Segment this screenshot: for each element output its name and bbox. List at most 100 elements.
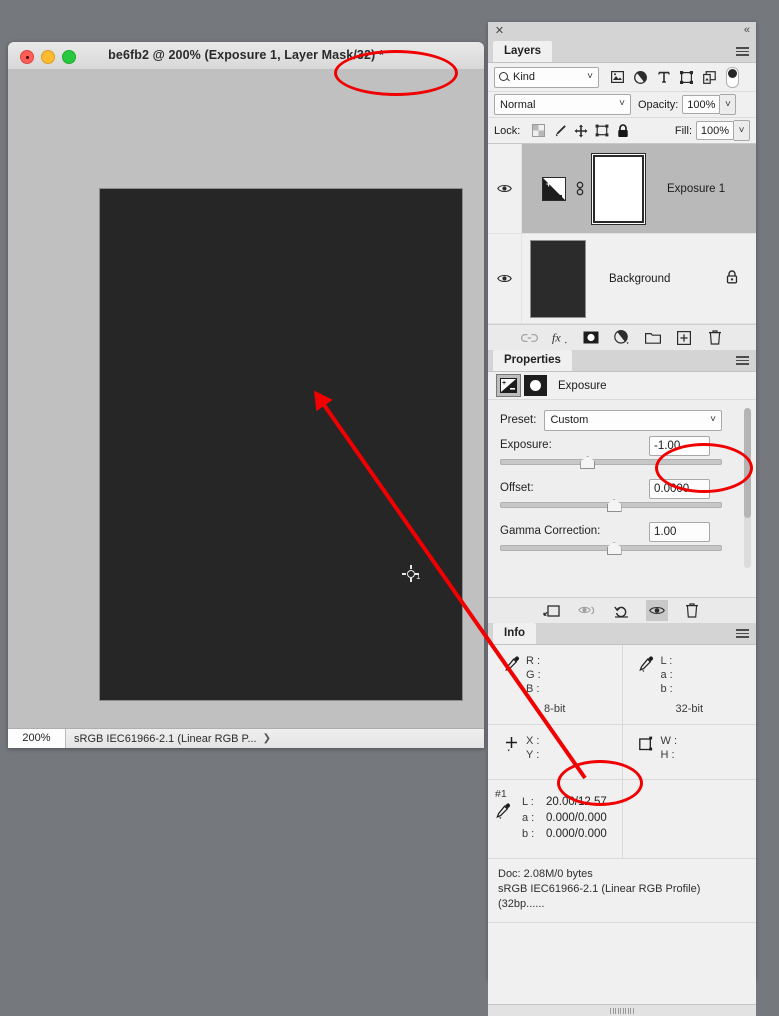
filter-kind-label: Kind [513, 71, 536, 83]
gamma-slider-thumb[interactable] [606, 542, 622, 555]
tab-info[interactable]: Info [493, 623, 537, 644]
preview-toggle-icon[interactable] [576, 600, 598, 621]
filter-enable-toggle[interactable] [726, 66, 739, 88]
document-window[interactable]: be6fb2 @ 200% (Exposure 1, Layer Mask/32… [8, 42, 484, 748]
layer-name[interactable]: Exposure 1 [667, 183, 725, 195]
chevron-down-icon[interactable]: ˅ [619, 98, 625, 109]
info-readout-row: R : G : B : 8-bit L : a : b: 32-bit [488, 645, 756, 725]
offset-slider-thumb[interactable] [606, 499, 622, 512]
type-filter-icon[interactable] [652, 66, 675, 88]
offset-slider[interactable] [500, 499, 722, 512]
info-coords-row: X : Y : W : H : [488, 725, 756, 780]
image-lock-icon[interactable] [550, 121, 569, 140]
add-layer-mask-icon[interactable] [582, 328, 601, 347]
chevron-down-icon[interactable]: ˅ [587, 71, 593, 82]
mask-dot [530, 380, 541, 391]
tab-properties[interactable]: Properties [493, 350, 572, 371]
document-canvas-area[interactable]: 1 [8, 69, 484, 721]
h-key: H : [660, 749, 675, 761]
close-icon[interactable]: ✕ [493, 25, 506, 38]
new-adjustment-layer-icon[interactable] [613, 328, 632, 347]
background-layer-thumbnail[interactable] [530, 239, 586, 318]
dock-resize-grip[interactable] [488, 1004, 756, 1016]
gamma-slider[interactable] [500, 542, 722, 555]
preset-value: Custom [550, 414, 589, 426]
exposure-value-field[interactable]: -1.00 [649, 436, 710, 456]
shape-filter-icon[interactable] [675, 66, 698, 88]
eyedropper-icon[interactable] [498, 654, 526, 696]
properties-tabbar: Properties [488, 350, 756, 372]
blend-mode-select[interactable]: Normal ˅ [494, 94, 631, 115]
panel-dock[interactable]: ✕ « Layers Kind ˅ Normal ˅ Opacity: 100%… [488, 22, 756, 1016]
crosshair-icon[interactable] [498, 734, 526, 762]
info-tabbar: Info [488, 623, 756, 645]
info-color-sampler-1: #1 L : a : b : 20.00/12.57 0.000/0.000 0… [488, 780, 622, 858]
pixel-filter-icon[interactable] [606, 66, 629, 88]
layers-panel-menu-icon[interactable] [736, 47, 749, 56]
collapse-panels-icon[interactable]: « [744, 24, 750, 36]
layer-visibility-toggle[interactable] [488, 234, 522, 323]
properties-panel-menu-icon[interactable] [736, 356, 749, 365]
layer-name[interactable]: Background [609, 273, 670, 285]
zoom-level-field[interactable]: 200% [8, 729, 66, 748]
layer-visibility-toggle[interactable] [488, 144, 522, 233]
chevron-down-icon[interactable]: ˅ [710, 414, 716, 425]
smart-object-filter-icon[interactable] [698, 66, 721, 88]
new-group-icon[interactable] [644, 328, 663, 347]
reset-icon[interactable] [611, 600, 633, 621]
offset-value-field[interactable]: 0.0000 [649, 479, 710, 499]
artboard[interactable]: 1 [100, 189, 462, 700]
layer-mask-icon[interactable] [524, 375, 547, 396]
exposure-slider-thumb[interactable] [580, 456, 596, 469]
position-lock-icon[interactable] [571, 121, 590, 140]
x-key: X : [526, 735, 540, 747]
visibility-icon[interactable] [646, 600, 668, 621]
eyedropper-icon[interactable] [633, 654, 661, 696]
info-panel-menu-icon[interactable] [736, 629, 749, 638]
fill-value-field[interactable]: 100% [696, 121, 734, 140]
info-lab-readout: L : a : b : 32-bit [621, 645, 757, 724]
color-sampler-marker[interactable]: 1 [402, 565, 420, 583]
fill-stepper[interactable]: ˅ [734, 120, 750, 141]
layer-row-body[interactable]: Background [522, 234, 756, 323]
gamma-control: Gamma Correction: 1.00 [500, 522, 744, 555]
delete-layer-icon[interactable] [706, 328, 725, 347]
eyedropper-icon[interactable] [496, 803, 511, 822]
artboard-lock-icon[interactable] [592, 121, 611, 140]
table-row[interactable]: Background [488, 234, 756, 324]
sampler-l-value: 20.00/12.57 [546, 796, 607, 808]
gamma-value-field[interactable]: 1.00 [649, 522, 710, 542]
transparency-lock-icon[interactable] [529, 121, 548, 140]
preset-select[interactable]: Custom ˅ [544, 409, 722, 431]
exposure-slider[interactable] [500, 456, 722, 469]
doc-size-line: Doc: 2.08M/0 bytes [498, 868, 593, 880]
mask-link-icon[interactable] [574, 181, 586, 196]
properties-scrollbar[interactable] [744, 408, 751, 568]
exposure-adjustment-thumbnail[interactable]: + [542, 176, 566, 201]
chevron-right-icon[interactable]: ❯ [263, 733, 271, 744]
clip-to-layer-icon[interactable] [541, 600, 563, 621]
sampler-l-key: L : [522, 796, 534, 808]
opacity-value-field[interactable]: 100% [682, 95, 721, 114]
table-row[interactable]: + Exposure 1 [488, 144, 756, 234]
layers-panel: Layers Kind ˅ Normal ˅ Opacity: 100% ˅ L… [488, 41, 756, 350]
layer-row-body[interactable]: + Exposure 1 [522, 144, 756, 233]
new-layer-icon[interactable] [675, 328, 694, 347]
document-titlebar[interactable]: be6fb2 @ 200% (Exposure 1, Layer Mask/32… [8, 42, 484, 70]
delete-icon[interactable] [681, 600, 703, 621]
opacity-stepper[interactable]: ˅ [720, 94, 737, 115]
tab-layers[interactable]: Layers [493, 41, 553, 62]
layer-mask-thumbnail[interactable] [593, 154, 644, 223]
selection-bounds-icon[interactable] [633, 734, 661, 762]
exposure-adjustment-icon[interactable]: + [496, 374, 521, 397]
layers-blend-bar: Normal ˅ Opacity: 100% ˅ [488, 92, 756, 118]
sampler-tick-north [410, 565, 412, 569]
link-layers-icon[interactable] [520, 328, 539, 347]
status-color-profile[interactable]: sRGB IEC61966-2.1 (Linear RGB P... ❯ [66, 733, 271, 745]
adjustment-filter-icon[interactable] [629, 66, 652, 88]
document-status-bar[interactable]: 200% sRGB IEC61966-2.1 (Linear RGB P... … [8, 728, 484, 748]
all-lock-icon[interactable] [613, 121, 632, 140]
filter-kind-select[interactable]: Kind ˅ [494, 66, 599, 88]
layer-style-fx-icon[interactable]: fx [551, 328, 570, 347]
scrollbar-thumb[interactable] [744, 408, 751, 518]
